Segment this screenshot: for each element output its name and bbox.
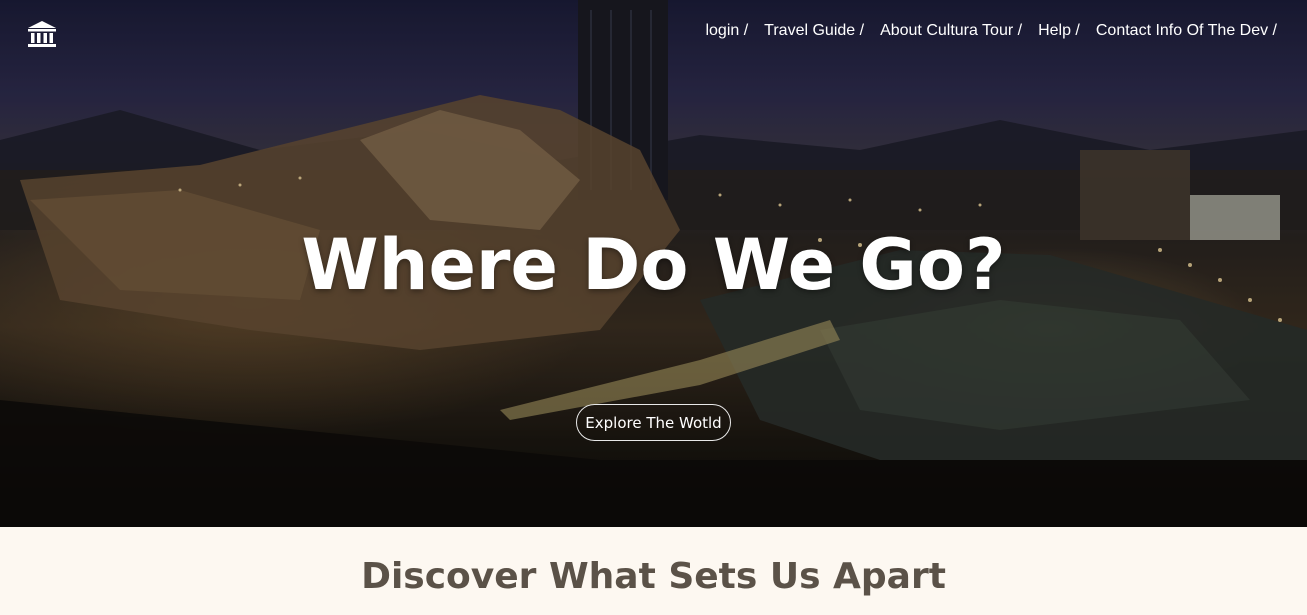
- nav-item-login[interactable]: login /: [705, 22, 748, 44]
- nav-item-help[interactable]: Help /: [1038, 22, 1080, 44]
- nav-item-travel-guide[interactable]: Travel Guide /: [764, 22, 864, 44]
- hero-title: Where Do We Go?: [301, 224, 1006, 306]
- explore-button[interactable]: Explore The Wotld: [576, 404, 731, 441]
- nav-item-about[interactable]: About Cultura Tour /: [880, 22, 1022, 44]
- top-navigation: login / Travel Guide / About Cultura Tou…: [689, 22, 1277, 44]
- museum-icon[interactable]: [27, 19, 57, 49]
- hero-section: login / Travel Guide / About Cultura Tou…: [0, 0, 1307, 527]
- section-title: Discover What Sets Us Apart: [361, 556, 946, 597]
- nav-item-contact[interactable]: Contact Info Of The Dev /: [1096, 22, 1277, 44]
